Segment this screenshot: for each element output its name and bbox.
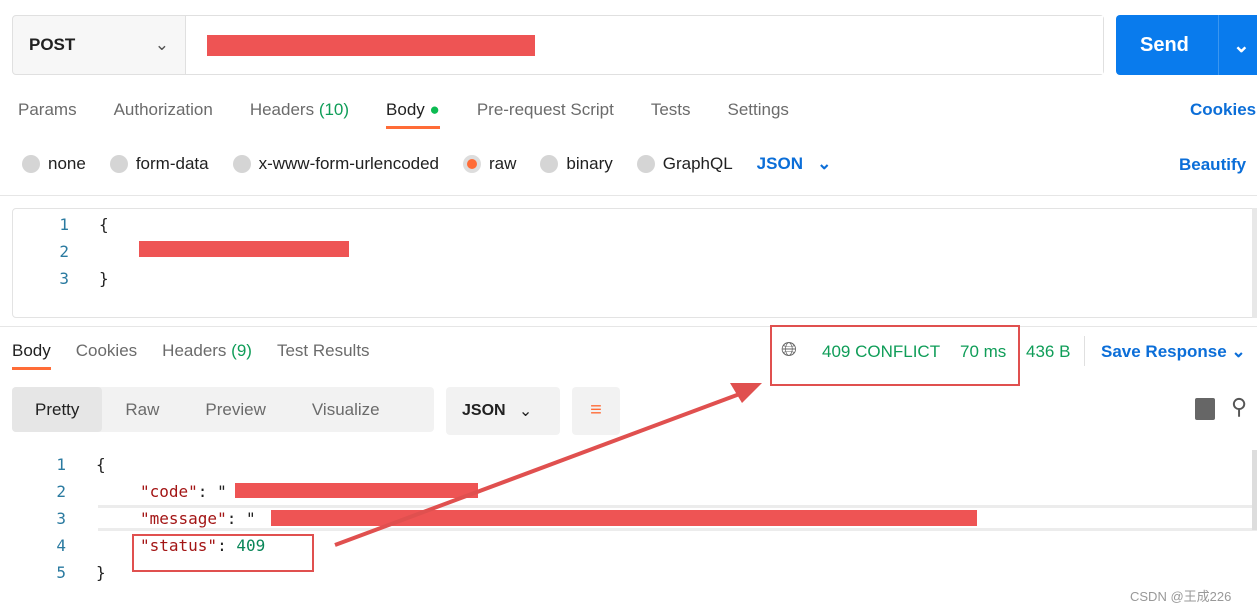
scrollbar[interactable] [1252, 208, 1257, 318]
annotation-arrow [334, 383, 762, 547]
arrow-head [730, 383, 762, 403]
watermark: CSDN @王成226 [1130, 589, 1232, 604]
arrow-line [334, 390, 746, 547]
scrollbar[interactable] [1252, 450, 1257, 530]
